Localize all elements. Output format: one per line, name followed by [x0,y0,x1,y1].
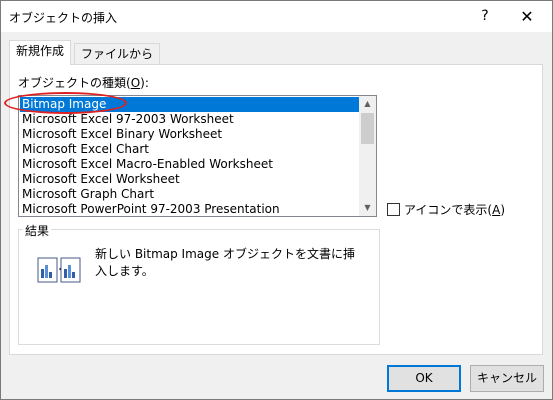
list-item[interactable]: Microsoft Excel Worksheet [20,172,359,187]
insert-object-dialog: オブジェクトの挿入 ? ✕ 新規作成 ファイルから オブジェクトの種類(O): … [0,0,553,400]
scroll-down-arrow-icon[interactable]: ▼ [359,200,376,216]
object-type-listbox[interactable]: Bitmap Image Microsoft Excel 97-2003 Wor… [18,95,377,217]
result-group: 結果 新しい Bitmap Image オブジェクトを文書に挿入します。 [18,222,380,345]
result-description: 新しい Bitmap Image オブジェクトを文書に挿入します。 [95,247,355,278]
close-button[interactable]: ✕ [511,1,543,32]
tab-create-new[interactable]: 新規作成 [9,40,72,65]
object-type-label: オブジェクトの種類(O): [18,76,149,90]
title-bar: オブジェクトの挿入 ? ✕ [1,1,552,32]
display-as-icon-option[interactable]: アイコンで表示(A) [387,201,505,218]
scroll-thumb[interactable] [361,113,374,144]
list-item[interactable]: Microsoft Excel 97-2003 Worksheet [20,112,359,127]
list-item[interactable]: Microsoft Excel Binary Worksheet [20,127,359,142]
dialog-title: オブジェクトの挿入 [9,11,118,25]
vertical-scrollbar[interactable]: ▲ ▼ [359,96,376,216]
tab-panel: オブジェクトの種類(O): Bitmap Image Microsoft Exc… [4,64,543,355]
display-as-icon-checkbox[interactable] [387,203,400,216]
scroll-up-arrow-icon[interactable]: ▲ [359,96,376,112]
help-button[interactable]: ? [469,1,501,32]
list-item[interactable]: Microsoft Graph Chart [20,187,359,202]
list-item[interactable]: Microsoft PowerPoint 97-2003 Presentatio… [20,202,359,216]
display-as-icon-label: アイコンで表示(A) [404,203,505,217]
embedded-object-icon [37,257,81,283]
tab-from-file[interactable]: ファイルから [74,43,161,65]
result-label: 結果 [23,222,52,239]
list-item[interactable]: Bitmap Image [20,97,359,112]
ok-button[interactable]: OK [387,365,461,392]
list-item[interactable]: Microsoft Excel Macro-Enabled Worksheet [20,157,359,172]
cancel-button[interactable]: キャンセル [470,365,544,392]
list-item[interactable]: Microsoft Excel Chart [20,142,359,157]
